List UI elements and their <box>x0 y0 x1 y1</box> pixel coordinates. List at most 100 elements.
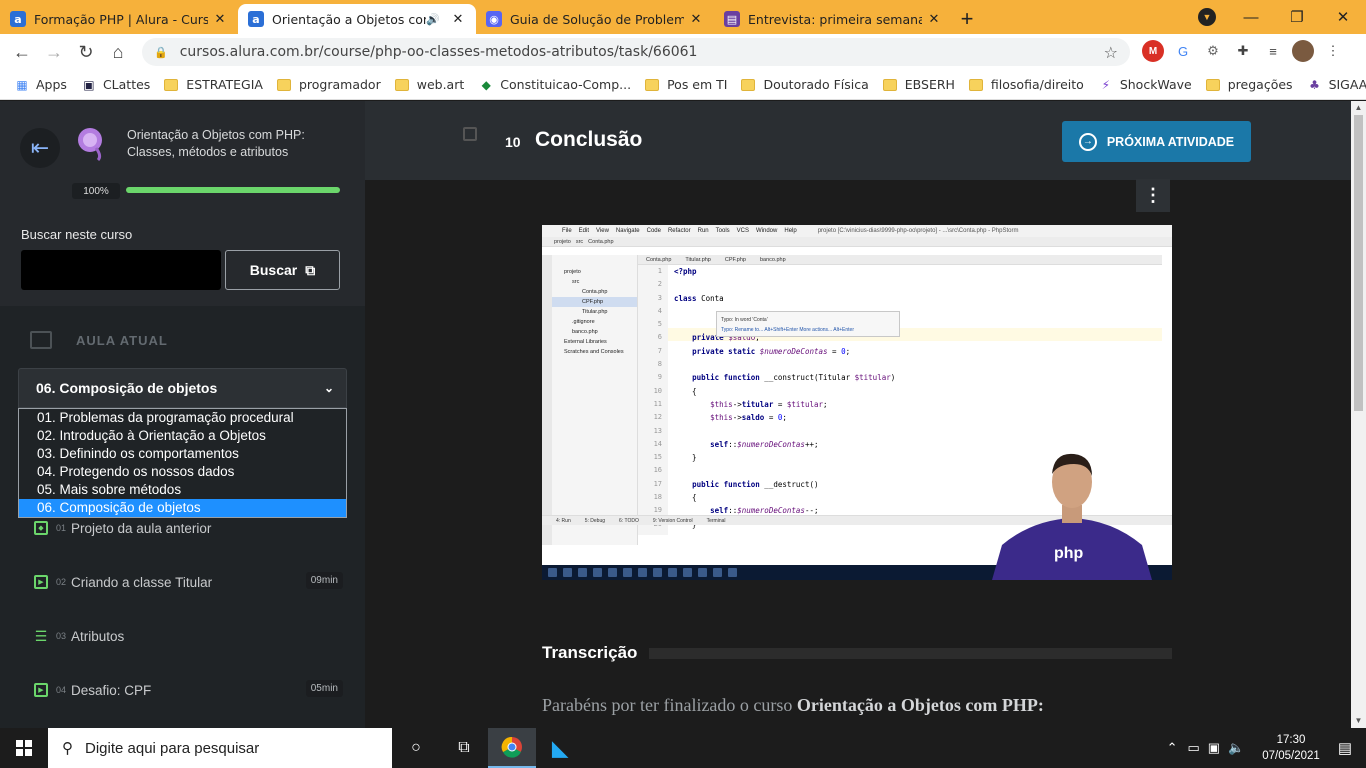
cortana-icon[interactable]: ○ <box>392 728 440 768</box>
network-icon[interactable]: ▣ <box>1208 740 1220 756</box>
clock[interactable]: 17:30 07/05/2021 <box>1262 732 1320 764</box>
browser-tab-2[interactable]: ◉ Guia de Solução de Problema de ✕ <box>476 4 714 34</box>
browser-tab-strip: a Formação PHP | Alura - Cursos on ✕ a O… <box>0 0 1366 34</box>
bookmark-clattes[interactable]: ▣ CLattes <box>81 77 150 93</box>
external-link-icon: ⧉ <box>305 261 316 278</box>
module-option-selected[interactable]: 06. Composição de objetos <box>19 499 346 517</box>
module-option[interactable]: 05. Mais sobre métodos <box>19 481 346 499</box>
bookmark-label: SIGAA - <box>1328 77 1366 92</box>
close-icon[interactable]: ✕ <box>450 12 466 27</box>
task-view-icon[interactable]: ⧉ <box>440 728 488 768</box>
bookmark-shockwave[interactable]: ⚡ ShockWave <box>1098 77 1192 93</box>
video-player[interactable]: File Edit View Navigate Code Refactor Ru… <box>542 225 1172 580</box>
gmail-extension-icon[interactable]: M <box>1142 40 1164 62</box>
bookmark-constituicao[interactable]: ◆ Constituicao-Comp... <box>478 77 631 93</box>
lesson-item[interactable]: ▶ 02 Criando a classe Titular 09min <box>0 555 365 609</box>
video-play-icon: ▶ <box>34 683 48 697</box>
ide-menu-item: VCS <box>736 228 750 234</box>
tab-title: Entrevista: primeira semana de w <box>748 11 922 27</box>
close-icon[interactable]: ✕ <box>212 12 228 27</box>
bookmark-label: CLattes <box>102 77 151 92</box>
media-queue-icon[interactable]: ≡ <box>1262 40 1284 62</box>
close-icon[interactable]: ✕ <box>926 12 942 27</box>
menu-dots-icon[interactable]: ⋮ <box>1322 40 1344 62</box>
volume-icon[interactable]: 🔈 <box>1228 740 1244 756</box>
bookmark-folder[interactable]: programador <box>276 77 381 92</box>
search-button[interactable]: Buscar ⧉ <box>225 250 340 290</box>
page-scrollbar[interactable]: ▲ ▼ <box>1351 101 1366 728</box>
more-options-icon[interactable]: ⋮ <box>1136 179 1170 212</box>
lesson-item[interactable]: ▶ 04 Desafio: CPF 05min <box>0 663 365 717</box>
video-play-icon: ▶ <box>34 575 48 589</box>
bookmark-folder[interactable]: filosofia/direito <box>968 77 1084 92</box>
tab-search-icon[interactable]: ▼ <box>1198 8 1216 26</box>
module-option[interactable]: 02. Introdução à Orientação a Objetos <box>19 427 346 445</box>
bookmark-sigaa[interactable]: ♣ SIGAA - <box>1307 77 1366 93</box>
close-icon[interactable]: ✕ <box>688 12 704 27</box>
search-input[interactable] <box>21 250 221 290</box>
next-activity-button[interactable]: → PRÓXIMA ATIVIDADE <box>1062 121 1251 162</box>
module-option[interactable]: 03. Definindo os comportamentos <box>19 445 346 463</box>
bookmark-star-icon[interactable]: ☆ <box>1104 43 1118 62</box>
clattes-icon: ▣ <box>83 77 95 92</box>
bookmark-folder[interactable]: Pos em TI <box>645 77 727 92</box>
browser-tab-0[interactable]: a Formação PHP | Alura - Cursos on ✕ <box>0 4 238 34</box>
home-icon[interactable]: ⌂ <box>102 36 134 68</box>
avatar[interactable] <box>1292 40 1314 62</box>
module-option[interactable]: 04. Protegendo os nossos dados <box>19 463 346 481</box>
main-content: 10 Conclusão → PRÓXIMA ATIVIDADE ⋮ File … <box>365 101 1351 728</box>
bookmark-folder[interactable]: Doutorado Física <box>741 77 869 92</box>
lightning-icon: ⚡ <box>1101 77 1111 92</box>
tree-item: External Libraries <box>564 339 607 345</box>
lesson-item[interactable]: ☰ 03 Atributos <box>0 609 365 663</box>
bookmark-folder[interactable]: web.art <box>394 77 464 92</box>
bookmark-folder[interactable]: pregações <box>1205 77 1293 92</box>
scroll-thumb[interactable] <box>1354 115 1363 411</box>
back-arrow-icon[interactable]: ⇤ <box>20 128 60 168</box>
bookmark-folder[interactable]: EBSERH <box>882 77 955 92</box>
reload-icon[interactable]: ↻ <box>70 36 102 68</box>
window-close-button[interactable]: ✕ <box>1320 0 1366 34</box>
bookmark-folder[interactable]: ESTRATEGIA <box>164 77 263 92</box>
vscode-icon[interactable]: ◣ <box>536 728 584 768</box>
forward-icon[interactable]: → <box>38 36 70 68</box>
address-bar[interactable]: 🔒 cursos.alura.com.br/course/php-oo-clas… <box>142 38 1130 66</box>
chrome-icon[interactable] <box>488 728 536 768</box>
page-title: Conclusão <box>535 128 643 151</box>
new-tab-button[interactable]: + <box>952 4 982 34</box>
minimize-button[interactable]: — <box>1228 0 1274 34</box>
browser-tab-3[interactable]: ▤ Entrevista: primeira semana de w ✕ <box>714 4 952 34</box>
speaker-icon[interactable]: 🔊 <box>426 13 440 26</box>
ide-menu-item: File <box>562 228 572 234</box>
translate-extension-icon[interactable]: G <box>1172 40 1194 62</box>
lesson-duration: 09min <box>305 572 343 589</box>
browser-tab-1[interactable]: a Orientação a Objetos com PHP 🔊 ✕ <box>238 4 476 34</box>
notification-icon[interactable]: ▤ <box>1338 739 1352 757</box>
ide-editor-tabs: Conta.php Titular.php CPF.php banco.php <box>638 255 1162 265</box>
current-lesson-label: AULA ATUAL <box>30 331 168 349</box>
module-select[interactable]: 06. Composição de objetos ⌄ <box>18 368 347 408</box>
puzzle-icon[interactable]: ✚ <box>1232 40 1254 62</box>
battery-icon[interactable]: ▭ <box>1187 740 1199 756</box>
ide-side-strip <box>542 255 552 545</box>
lock-icon[interactable]: 🔒 <box>154 46 168 59</box>
editor-tab: CPF.php <box>724 256 746 263</box>
chevron-up-icon[interactable]: ⌃ <box>1167 740 1178 756</box>
course-badge-icon <box>78 128 102 162</box>
maximize-button[interactable]: ❐ <box>1274 0 1320 34</box>
ide-menu-item: Edit <box>578 228 590 234</box>
scroll-up-icon[interactable]: ▲ <box>1351 101 1366 115</box>
back-icon[interactable]: ← <box>6 36 38 68</box>
bookmark-apps[interactable]: ▦ Apps <box>14 77 67 93</box>
lesson-number: 03 <box>56 631 67 641</box>
search-label: Buscar neste curso <box>21 227 133 242</box>
ide-menu-item: View <box>596 228 609 234</box>
taskbar-search[interactable]: ⚲ Digite aqui para pesquisar <box>48 728 392 768</box>
module-option[interactable]: 01. Problemas da programação procedural <box>19 409 346 427</box>
scroll-down-icon[interactable]: ▼ <box>1351 714 1366 728</box>
chevron-down-icon: ⌄ <box>323 381 334 395</box>
windows-start-icon[interactable] <box>0 728 48 768</box>
ide-menu-item: Run <box>697 228 709 234</box>
settings-extension-icon[interactable]: ⚙ <box>1202 40 1224 62</box>
editor-tab: Titular.php <box>685 256 711 263</box>
